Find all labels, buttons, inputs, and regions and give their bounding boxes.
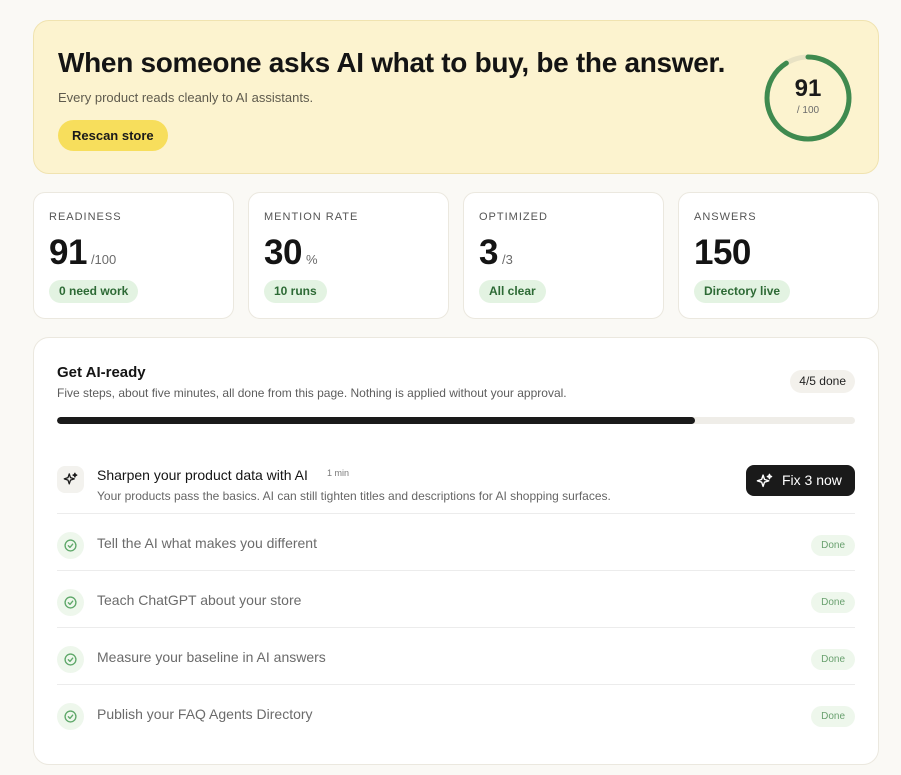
stat-label: MENTION RATE <box>264 211 359 223</box>
score-value: 91 <box>794 75 822 102</box>
sparkle-icon <box>756 473 773 488</box>
stat-unit: /3 <box>501 252 513 267</box>
stat-value: 150 <box>694 233 755 273</box>
stat-number: 3 <box>479 233 498 272</box>
hero-banner: When someone asks AI what to buy, be the… <box>33 20 879 174</box>
stat-value: 91/100 <box>49 233 116 273</box>
stat-badge: All clear <box>479 280 546 303</box>
stat-label: READINESS <box>49 211 122 223</box>
sparkle-icon <box>57 466 84 493</box>
rescan-store-button[interactable]: Rescan store <box>58 120 168 151</box>
step-active-title: Sharpen your product data with AI <box>97 467 308 483</box>
step-active: Sharpen your product data with AI 1 min … <box>57 453 855 514</box>
stat-value: 3/3 <box>479 233 513 273</box>
done-badge: Done <box>811 649 855 670</box>
step-active-description: Your products pass the basics. AI can st… <box>97 489 611 503</box>
done-count-badge: 4/5 done <box>790 370 855 393</box>
step-done-item[interactable]: Teach ChatGPT about your store Done <box>57 571 855 628</box>
step-done-item[interactable]: Publish your FAQ Agents Directory Done <box>57 685 855 742</box>
steps-subtitle: Five steps, about five minutes, all done… <box>57 386 567 400</box>
check-circle-icon <box>57 532 84 559</box>
fix-now-label: Fix 3 now <box>782 472 842 488</box>
fix-now-button[interactable]: Fix 3 now <box>746 465 855 496</box>
step-done-item[interactable]: Measure your baseline in AI answers Done <box>57 628 855 685</box>
step-done-item[interactable]: Tell the AI what makes you different Don… <box>57 514 855 571</box>
stat-badge: 0 need work <box>49 280 139 303</box>
step-title: Measure your baseline in AI answers <box>97 649 326 665</box>
stat-label: OPTIMIZED <box>479 211 548 223</box>
stat-badge: Directory live <box>694 280 791 303</box>
score-ring: 91 / 100 <box>763 53 853 143</box>
stat-card-answers: ANSWERS 150 Directory live <box>678 192 879 319</box>
step-active-eta: 1 min <box>327 468 350 478</box>
step-title: Tell the AI what makes you different <box>97 535 317 551</box>
done-badge: Done <box>811 706 855 727</box>
progress-bar <box>57 417 855 424</box>
step-title: Teach ChatGPT about your store <box>97 592 302 608</box>
stat-card-readiness: READINESS 91/100 0 need work <box>33 192 234 319</box>
stat-unit: % <box>305 252 318 267</box>
stat-badge: 10 runs <box>264 280 327 303</box>
check-circle-icon <box>57 646 84 673</box>
stat-number: 150 <box>694 233 751 272</box>
done-badge: Done <box>811 535 855 556</box>
stat-card-optimized: OPTIMIZED 3/3 All clear <box>463 192 664 319</box>
stat-label: ANSWERS <box>694 211 757 223</box>
check-circle-icon <box>57 589 84 616</box>
get-ai-ready-panel: Get AI-ready Five steps, about five minu… <box>33 337 879 765</box>
progress-bar-fill <box>57 417 696 424</box>
stat-unit: /100 <box>90 252 117 267</box>
stat-number: 91 <box>49 233 87 272</box>
check-circle-icon <box>57 703 84 730</box>
hero-subtitle: Every product reads cleanly to AI assist… <box>58 90 314 105</box>
done-badge: Done <box>811 592 855 613</box>
steps-title: Get AI-ready <box>57 364 146 381</box>
stat-card-mention-rate: MENTION RATE 30% 10 runs <box>248 192 449 319</box>
hero-title: When someone asks AI what to buy, be the… <box>58 47 726 78</box>
stat-number: 30 <box>264 233 302 272</box>
score-max: / 100 <box>796 105 820 116</box>
step-title: Publish your FAQ Agents Directory <box>97 706 313 722</box>
stat-value: 30% <box>264 233 318 273</box>
